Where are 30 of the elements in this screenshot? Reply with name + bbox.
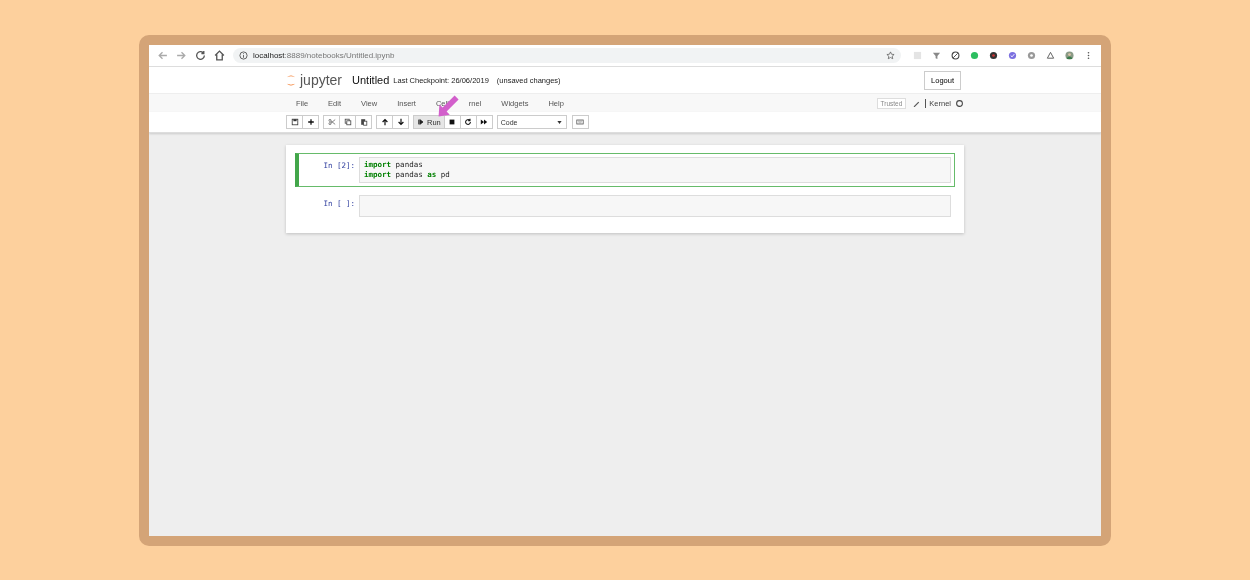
copy-icon — [343, 118, 352, 126]
restart-icon — [464, 118, 473, 126]
extension-icon[interactable] — [989, 51, 998, 60]
kernel-status-icon[interactable] — [955, 98, 964, 108]
keyboard-icon — [576, 118, 585, 126]
caret-icon — [555, 118, 563, 126]
info-icon[interactable] — [239, 51, 248, 60]
move-down-button[interactable] — [392, 115, 409, 129]
code-input[interactable] — [359, 195, 951, 217]
save-icon — [290, 118, 299, 126]
home-icon[interactable] — [214, 50, 225, 61]
address-bar[interactable]: localhost:8889/notebooks/Untitled.ipynb — [233, 48, 901, 63]
reload-icon[interactable] — [195, 50, 206, 61]
keyboard-button[interactable] — [571, 115, 589, 129]
cut-icon — [327, 118, 336, 126]
play-icon — [417, 118, 425, 126]
logo-text: jupyter — [300, 72, 343, 88]
check-icon[interactable] — [1008, 51, 1017, 60]
pointer-arrow — [437, 94, 461, 118]
notebook-title[interactable]: Untitled — [352, 74, 390, 86]
star-icon[interactable] — [886, 51, 895, 60]
move-down-icon — [396, 118, 405, 126]
paste-button[interactable] — [355, 115, 372, 129]
fast-forward-icon — [480, 118, 489, 126]
add-cell-button[interactable] — [302, 115, 319, 129]
move-up-icon — [380, 118, 389, 126]
avatar-icon[interactable] — [1065, 51, 1074, 60]
filter-icon[interactable] — [932, 51, 941, 60]
add-cell-icon — [306, 118, 315, 126]
paste-icon — [359, 118, 368, 126]
